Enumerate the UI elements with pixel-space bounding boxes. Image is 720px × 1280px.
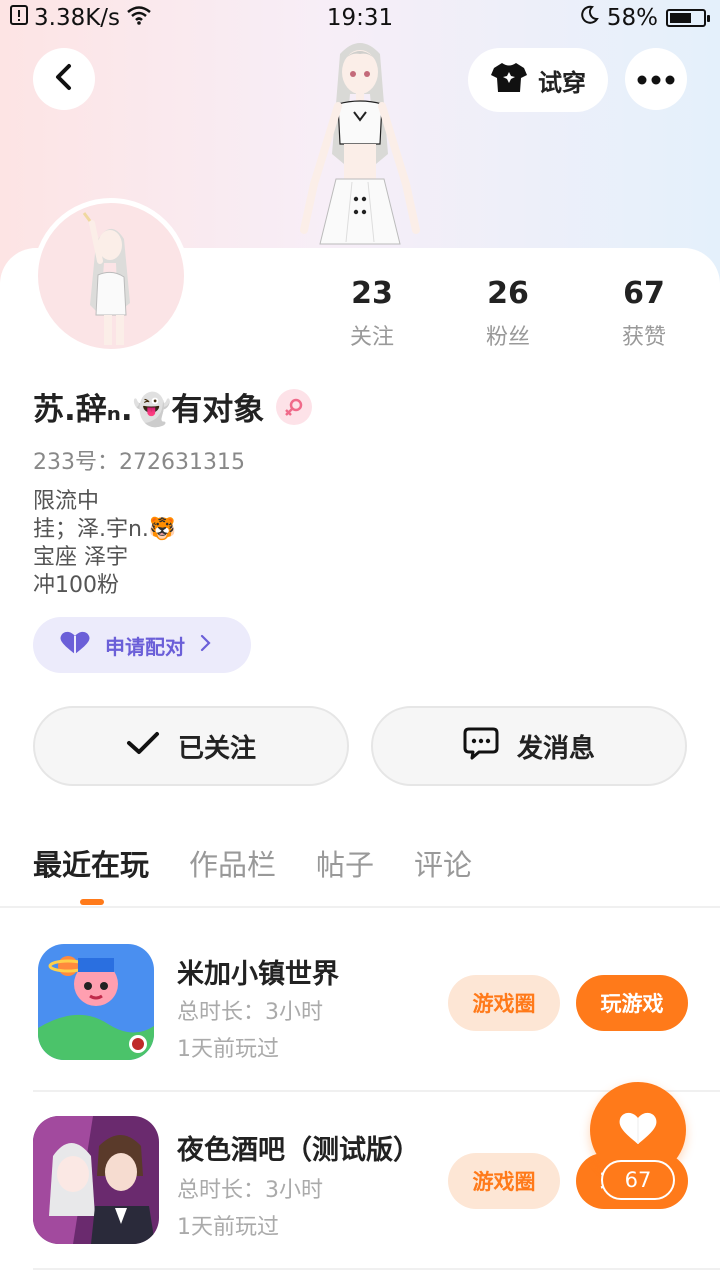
pair-request-button[interactable]: 申请配对 <box>33 617 251 673</box>
game-icon-night-bar <box>33 1116 159 1244</box>
game-title: 夜色酒吧（测试版） <box>177 1135 420 1166</box>
avatar-character-figure <box>280 34 440 248</box>
heart-icon <box>618 1110 658 1150</box>
followed-label: 已关注 <box>177 733 256 764</box>
chevron-right-icon <box>199 633 211 657</box>
stat-likes-label: 获赞 <box>621 325 666 350</box>
status-bar: 3.38K/s 19:31 58% <box>0 0 720 38</box>
more-button[interactable] <box>625 48 687 110</box>
pair-label: 申请配对 <box>105 634 185 659</box>
battery-icon <box>666 9 710 27</box>
try-on-label: 试穿 <box>538 68 586 97</box>
avatar[interactable] <box>33 198 189 354</box>
moon-icon <box>579 5 599 31</box>
back-button[interactable] <box>33 48 95 110</box>
game-icon-miga <box>38 944 154 1060</box>
stat-followers-label: 粉丝 <box>485 325 530 350</box>
message-button[interactable]: 发消息 <box>371 706 687 786</box>
game-duration: 总时长：3小时 <box>177 1000 323 1025</box>
game-last-played: 1天前玩过 <box>177 1215 279 1240</box>
message-label: 发消息 <box>516 733 595 764</box>
game-title: 米加小镇世界 <box>177 959 339 990</box>
profile-tabs: 最近在玩 作品栏 帖子 评论 <box>33 842 472 884</box>
game-list-item[interactable]: 米加小镇世界 总时长：3小时 1天前玩过 游戏圈 玩游戏 <box>0 916 720 1092</box>
user-id: 233号：272631315 <box>33 450 245 475</box>
female-icon <box>276 388 313 425</box>
stat-following-value: 23 <box>351 276 393 311</box>
bio: 限流中 挂；泽.宇n.🐯 宝座 泽宇 冲100粉 <box>33 488 176 600</box>
battery-fill <box>670 13 691 23</box>
bio-line: 宝座 泽宇 <box>33 545 128 570</box>
tshirt-icon <box>490 61 528 99</box>
back-icon <box>53 63 75 95</box>
stat-following[interactable]: 23 关注 <box>312 276 432 351</box>
tab-comments[interactable]: 评论 <box>414 842 472 884</box>
stat-likes[interactable]: 67 获赞 <box>584 276 704 351</box>
bio-line: 限流中 <box>33 489 100 514</box>
tab-works[interactable]: 作品栏 <box>189 842 276 884</box>
bio-line: 冲100粉 <box>33 573 119 598</box>
try-on-button[interactable]: 试穿 <box>468 48 608 112</box>
stat-followers[interactable]: 26 粉丝 <box>448 276 568 351</box>
game-circle-button[interactable]: 游戏圈 <box>448 1153 560 1209</box>
heart-icon <box>59 630 91 661</box>
like-count-badge[interactable]: 67 <box>601 1160 675 1200</box>
more-icon <box>637 70 675 89</box>
chat-icon <box>463 726 499 767</box>
stat-following-label: 关注 <box>349 325 394 350</box>
row-divider <box>33 1268 720 1270</box>
stat-followers-value: 26 <box>487 276 529 311</box>
profile-name-row: 苏.辞ₙ.👻有对象 <box>33 384 313 429</box>
tab-recent-play[interactable]: 最近在玩 <box>33 842 149 884</box>
tab-divider <box>0 906 720 908</box>
bio-line: 挂；泽.宇n.🐯 <box>33 517 177 542</box>
tab-active-indicator <box>80 899 104 905</box>
followed-button[interactable]: 已关注 <box>33 706 349 786</box>
tab-posts[interactable]: 帖子 <box>316 842 374 884</box>
battery-percent: 58% <box>606 5 658 31</box>
game-duration: 总时长：3小时 <box>177 1178 323 1203</box>
stat-likes-value: 67 <box>623 276 665 311</box>
game-circle-button[interactable]: 游戏圈 <box>448 975 560 1031</box>
status-right: 58% <box>579 5 710 31</box>
profile-name: 苏.辞ₙ.👻有对象 <box>33 392 265 428</box>
play-game-button[interactable]: 玩游戏 <box>576 975 688 1031</box>
check-icon <box>126 730 160 763</box>
game-last-played: 1天前玩过 <box>177 1037 279 1062</box>
